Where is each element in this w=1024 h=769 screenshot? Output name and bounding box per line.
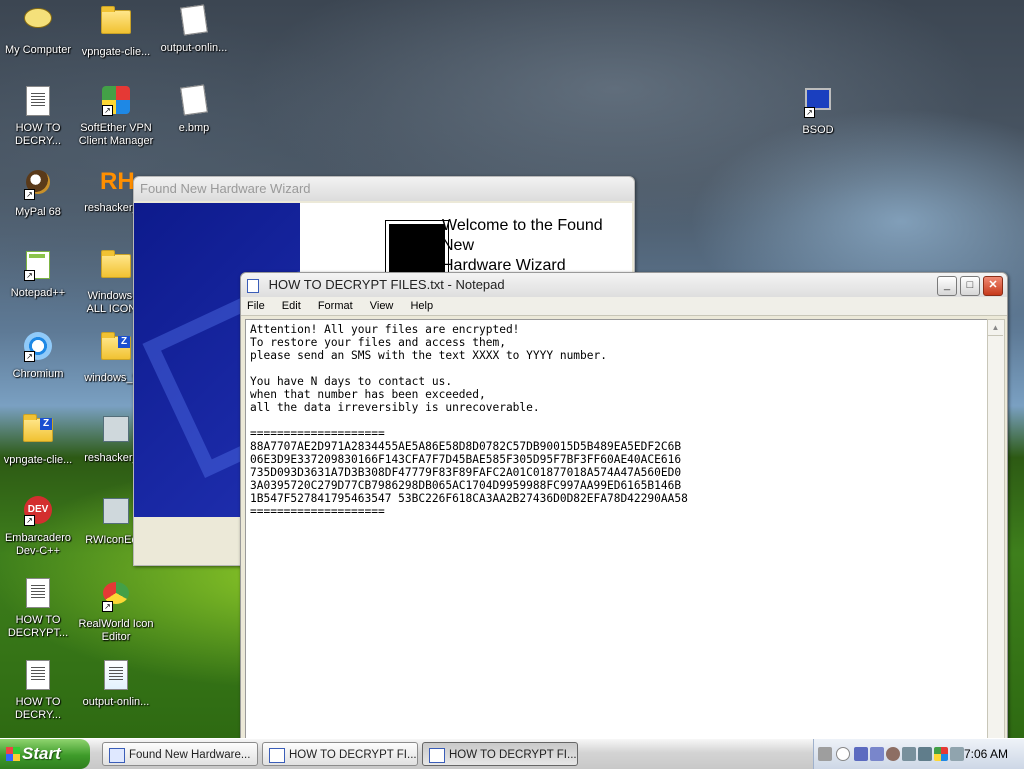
vertical-scrollbar[interactable]: ▲ <box>987 319 1005 738</box>
mypal-browser-icon: ↗ <box>22 170 54 202</box>
desktop-icon-notepadpp[interactable]: ↗ Notepad++ <box>0 248 76 300</box>
desktop-icon-vpngate-zip[interactable]: Z vpngate-clie... <box>0 412 76 467</box>
windows-flag-icon <box>6 747 20 761</box>
taskbar-button-hardware-wizard[interactable]: Found New Hardware... <box>102 742 258 766</box>
window-icon <box>109 748 125 763</box>
close-button[interactable]: ✕ <box>983 276 1003 296</box>
desktop-icon-label: MyPal 68 <box>15 206 61 218</box>
desktop-icon-label: HOW TO DECRY... <box>14 122 62 147</box>
desktop-icon-label: My Computer <box>4 44 72 56</box>
security-icon[interactable] <box>886 747 900 761</box>
paint-bitmap-icon <box>178 4 210 38</box>
desktop-icon-softether[interactable]: ↗ SoftEther VPN Client Manager <box>78 84 154 148</box>
menu-format[interactable]: Format <box>318 297 353 315</box>
desktop-icon-vpngate-folder[interactable]: vpngate-clie... <box>78 4 154 59</box>
volume-icon[interactable] <box>950 747 964 761</box>
desktop: My Computer HOW TO DECRY... ↗ MyPal 68 ↗… <box>0 0 1024 738</box>
desktop-icon-bsod[interactable]: ↗ BSOD <box>780 84 856 137</box>
text-document-icon <box>22 86 54 118</box>
desktop-icon-e-bmp[interactable]: e.bmp <box>156 84 232 135</box>
desktop-icon-label: output-onlin... <box>160 42 228 54</box>
notepad-menubar: File Edit Format View Help <box>241 297 1007 316</box>
notepad-text-area[interactable]: Attention! All your files are encrypted!… <box>245 319 987 738</box>
show-hidden-icons-chevron-icon[interactable] <box>836 747 850 761</box>
minimize-button[interactable]: _ <box>937 276 957 296</box>
clock[interactable]: 7:06 AM <box>964 739 1008 769</box>
notepad-icon <box>269 748 285 763</box>
notepadpp-icon: ↗ <box>22 251 54 283</box>
text-document-icon <box>22 578 54 610</box>
hardware-wizard-titlebar[interactable]: Found New Hardware Wizard <box>134 177 634 201</box>
taskbar-button-label: HOW TO DECRYPT FI... <box>289 749 417 761</box>
desktop-icon-label: output-onlin... <box>82 696 150 708</box>
desktop-icon-label: Embarcadero Dev-C++ <box>4 532 72 557</box>
folder-icon <box>100 6 132 42</box>
installer-icon <box>100 498 132 530</box>
softether-icon: ↗ <box>100 86 132 118</box>
vpn-icon[interactable] <box>870 747 884 761</box>
desktop-icon-realworld[interactable]: ↗ RealWorld Icon Editor <box>78 576 154 644</box>
taskbar: Start Found New Hardware... HOW TO DECRY… <box>0 738 1024 769</box>
document-icon <box>100 660 132 692</box>
menu-view[interactable]: View <box>370 297 394 315</box>
menu-help[interactable]: Help <box>410 297 433 315</box>
taskbar-button-notepad-2[interactable]: HOW TO DECRYPT FI... <box>422 742 578 766</box>
desktop-icon-label: HOW TO DECRYPT... <box>7 614 69 639</box>
computer-icon: ↗ <box>802 88 834 120</box>
folder-icon <box>100 250 132 286</box>
notepad-icon <box>429 748 445 763</box>
installer-icon <box>100 416 132 448</box>
desktop-icon-how-to-decrypt-2[interactable]: HOW TO DECRYPT... <box>0 576 76 640</box>
desktop-icon-output-online-1[interactable]: output-onlin... <box>156 4 232 55</box>
chromium-icon: ↗ <box>22 332 54 364</box>
window-title: Found New Hardware Wizard <box>140 181 311 196</box>
notepad-app-icon <box>247 278 259 293</box>
modem-icon[interactable] <box>918 747 932 761</box>
taskbar-button-label: Found New Hardware... <box>129 749 251 761</box>
desktop-icon-label: SoftEther VPN Client Manager <box>78 122 154 147</box>
desktop-icon-label: RealWorld Icon Editor <box>78 618 154 643</box>
start-button[interactable]: Start <box>0 739 90 769</box>
wizard-heading: Welcome to the Found New Hardware Wizard <box>442 216 632 276</box>
devcpp-icon: DEV ↗ <box>22 496 54 528</box>
taskbar-button-notepad-1[interactable]: HOW TO DECRYPT FI... <box>262 742 418 766</box>
desktop-icon-label: HOW TO DECRY... <box>14 696 62 721</box>
menu-edit[interactable]: Edit <box>282 297 301 315</box>
desktop-icon-label: vpngate-clie... <box>81 46 151 58</box>
zipped-folder-icon: Z <box>22 414 54 450</box>
desktop-icon-label: vpngate-clie... <box>3 454 73 466</box>
paint-bitmap-icon <box>178 84 210 118</box>
scroll-up-arrow-icon[interactable]: ▲ <box>988 320 1003 336</box>
desktop-icon-label: Notepad++ <box>10 287 66 299</box>
realworld-icon-editor-icon: ↗ <box>100 582 132 614</box>
desktop-icon-output-online-2[interactable]: output-onlin... <box>78 658 154 709</box>
color-app-icon[interactable] <box>934 747 948 761</box>
desktop-icon-label: BSOD <box>802 124 834 136</box>
taskbar-button-label: HOW TO DECRYPT FI... <box>449 749 577 761</box>
menu-file[interactable]: File <box>247 297 265 315</box>
my-computer-icon <box>22 8 54 40</box>
wizard-heading-line-1: Welcome to the Found New <box>442 217 603 254</box>
desktop-icon-mypal[interactable]: ↗ MyPal 68 <box>0 166 76 219</box>
maximize-button[interactable]: □ <box>960 276 980 296</box>
desktop-icon-my-computer[interactable]: My Computer <box>0 4 76 57</box>
desktop-icon-label: e.bmp <box>178 122 210 134</box>
network-icon[interactable] <box>854 747 868 761</box>
notepad-window[interactable]: HOW TO DECRYPT FILES.txt - Notepad _ □ ✕… <box>240 272 1008 738</box>
desktop-icon-how-to-decrypt-1[interactable]: HOW TO DECRY... <box>0 84 76 148</box>
desktop-icon-how-to-decrypt-3[interactable]: HOW TO DECRY... <box>0 658 76 722</box>
system-tray: 7:06 AM <box>813 739 1024 769</box>
desktop-icon-devcpp[interactable]: DEV ↗ Embarcadero Dev-C++ <box>0 494 76 558</box>
reshacker-icon: RH <box>100 168 135 195</box>
keyboard-icon[interactable] <box>818 747 832 761</box>
safely-remove-icon[interactable] <box>902 747 916 761</box>
desktop-icon-chromium[interactable]: ↗ Chromium <box>0 330 76 381</box>
desktop-icon-label: Chromium <box>12 368 64 380</box>
notepad-titlebar[interactable]: HOW TO DECRYPT FILES.txt - Notepad _ □ ✕ <box>241 273 1007 297</box>
start-label: Start <box>22 744 61 763</box>
window-title: HOW TO DECRYPT FILES.txt - Notepad <box>268 277 505 292</box>
zipped-folder-icon: Z <box>100 332 132 368</box>
text-document-icon <box>22 660 54 692</box>
